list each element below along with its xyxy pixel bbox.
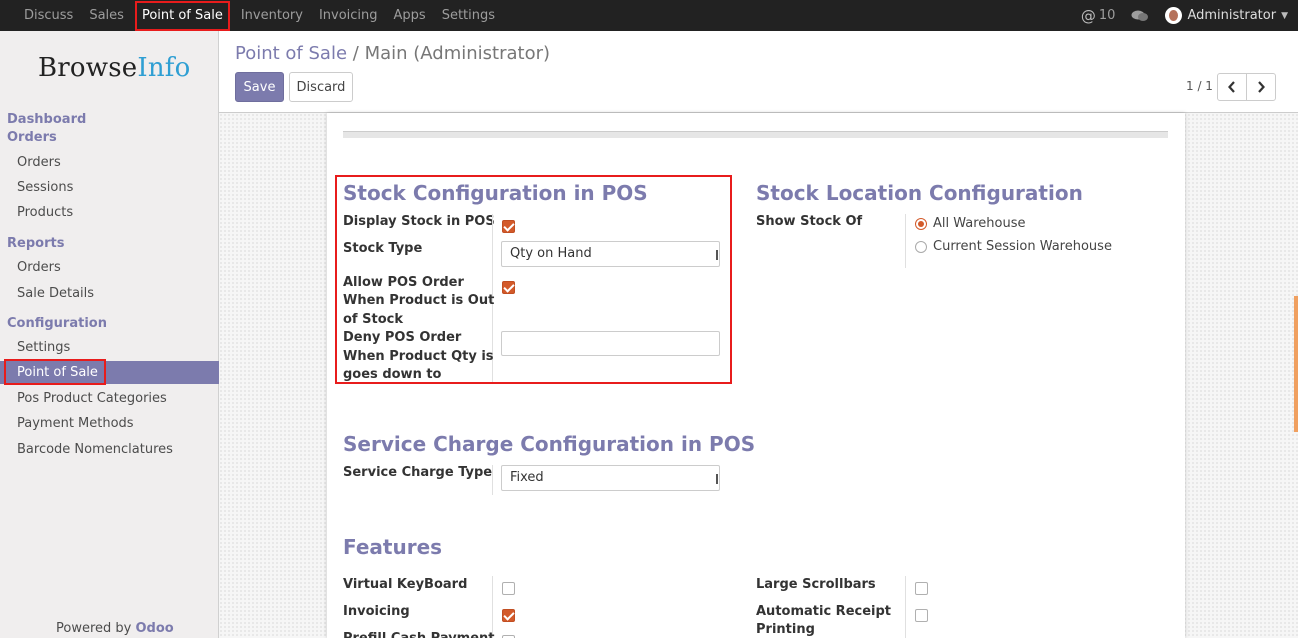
sidebar-heading-reports[interactable]: Reports bbox=[7, 236, 64, 251]
logo-text-accent: Info bbox=[137, 53, 191, 83]
powered-by-text: Powered by bbox=[56, 621, 132, 636]
menu-discuss[interactable]: Discuss bbox=[16, 0, 81, 31]
breadcrumb-current: Main (Administrator) bbox=[364, 43, 551, 64]
sidebar-item-products[interactable]: Products bbox=[17, 205, 73, 220]
user-menu[interactable]: Administrator ▼ bbox=[1165, 7, 1288, 24]
breadcrumb: Point of Sale / Main (Administrator) bbox=[235, 43, 550, 64]
sidebar: BrowseInfo Dashboard Orders Orders Sessi… bbox=[0, 31, 219, 638]
chevron-right-icon bbox=[1258, 81, 1265, 93]
caret-down-icon: ▼ bbox=[1281, 10, 1288, 21]
breadcrumb-separator: / bbox=[352, 43, 359, 64]
section-title-stock-config: Stock Configuration in POS bbox=[343, 181, 648, 205]
large-scrollbars-checkbox[interactable] bbox=[915, 582, 928, 595]
sidebar-item-report-orders[interactable]: Orders bbox=[17, 260, 61, 275]
save-button[interactable]: Save bbox=[235, 72, 284, 102]
menu-invoicing[interactable]: Invoicing bbox=[311, 0, 386, 31]
sidebar-item-sessions[interactable]: Sessions bbox=[17, 180, 73, 195]
service-charge-type-select[interactable]: Fixed bbox=[501, 465, 720, 491]
section-title-service-charge: Service Charge Configuration in POS bbox=[343, 432, 756, 456]
mentions-button[interactable]: @ 10 bbox=[1081, 7, 1116, 25]
prefill-cash-payment-label: Prefill Cash Payment bbox=[343, 630, 495, 638]
menu-apps[interactable]: Apps bbox=[386, 0, 434, 31]
invoicing-checkbox[interactable] bbox=[502, 609, 515, 622]
control-panel: Point of Sale / Main (Administrator) Sav… bbox=[219, 31, 1298, 113]
invoicing-label: Invoicing bbox=[343, 604, 410, 619]
sidebar-item-pos-product-categories[interactable]: Pos Product Categories bbox=[17, 391, 167, 406]
menu-inventory[interactable]: Inventory bbox=[233, 0, 311, 31]
form-view: Stock Configuration in POS Display Stock… bbox=[219, 113, 1298, 638]
section-title-stock-location: Stock Location Configuration bbox=[756, 181, 1083, 205]
deny-order-qty-input[interactable] bbox=[501, 331, 720, 356]
sidebar-heading-orders[interactable]: Orders bbox=[7, 130, 57, 145]
stock-type-label: Stock Type bbox=[343, 241, 423, 256]
field-divider bbox=[905, 576, 906, 638]
large-scrollbars-label: Large Scrollbars bbox=[756, 577, 876, 592]
pager-previous-button[interactable] bbox=[1217, 73, 1247, 101]
systray: @ 10 Administrator ▼ bbox=[1081, 0, 1288, 31]
auto-receipt-label-line1: Automatic Receipt bbox=[756, 604, 892, 619]
form-sheet: Stock Configuration in POS Display Stock… bbox=[327, 113, 1185, 638]
breadcrumb-link[interactable]: Point of Sale bbox=[235, 43, 347, 64]
odoo-link[interactable]: Odoo bbox=[136, 621, 174, 636]
menu-settings[interactable]: Settings bbox=[434, 0, 503, 31]
logo: BrowseInfo bbox=[38, 53, 190, 83]
powered-by: Powered by Odoo bbox=[56, 621, 174, 636]
stock-type-select[interactable]: Qty on Hand bbox=[501, 241, 720, 267]
mentions-count: 10 bbox=[1098, 8, 1116, 23]
avatar bbox=[1165, 7, 1183, 24]
allow-order-label-line1: Allow POS Order bbox=[343, 275, 464, 290]
sidebar-item-label: Point of Sale bbox=[17, 365, 98, 380]
radio-all-warehouse[interactable] bbox=[915, 218, 927, 230]
display-stock-checkbox[interactable] bbox=[502, 220, 515, 233]
sidebar-item-payment-methods[interactable]: Payment Methods bbox=[17, 416, 134, 431]
show-stock-label: Show Stock Of bbox=[756, 214, 863, 229]
allow-order-label-line2: When Product is Out bbox=[343, 293, 495, 308]
app-menu: Discuss Sales Point of Sale Inventory In… bbox=[16, 0, 503, 31]
virtual-keyboard-checkbox[interactable] bbox=[502, 582, 515, 595]
allow-order-label-line3: of Stock bbox=[343, 312, 403, 327]
separator bbox=[343, 131, 1168, 138]
display-stock-label: Display Stock in POS bbox=[343, 214, 495, 229]
field-divider bbox=[492, 576, 493, 638]
deny-order-label-line1: Deny POS Order bbox=[343, 330, 462, 345]
deny-order-label-line3: goes down to bbox=[343, 367, 442, 382]
chevron-left-icon bbox=[1228, 81, 1235, 93]
sidebar-item-settings[interactable]: Settings bbox=[17, 340, 70, 355]
field-divider bbox=[492, 465, 493, 495]
radio-current-session-warehouse[interactable] bbox=[915, 241, 927, 253]
radio-label-current-session-warehouse: Current Session Warehouse bbox=[933, 239, 1112, 254]
scrollbar[interactable] bbox=[1294, 296, 1298, 432]
auto-receipt-checkbox[interactable] bbox=[915, 609, 928, 622]
pager-value: 1 / 1 bbox=[1186, 79, 1213, 93]
service-charge-type-label: Service Charge Type bbox=[343, 465, 493, 480]
at-icon: @ bbox=[1080, 6, 1096, 25]
user-name: Administrator bbox=[1187, 8, 1277, 23]
sidebar-heading-configuration[interactable]: Configuration bbox=[7, 316, 107, 331]
allow-order-checkbox[interactable] bbox=[502, 281, 515, 294]
auto-receipt-label-line2: Printing bbox=[756, 622, 815, 637]
discard-button[interactable]: Discard bbox=[289, 72, 353, 102]
virtual-keyboard-label: Virtual KeyBoard bbox=[343, 577, 468, 592]
sidebar-item-barcode-nomenclatures[interactable]: Barcode Nomenclatures bbox=[17, 442, 173, 457]
chat-icon[interactable] bbox=[1131, 9, 1149, 23]
field-divider bbox=[905, 214, 906, 268]
radio-label-all-warehouse: All Warehouse bbox=[933, 216, 1026, 231]
menu-point-of-sale[interactable]: Point of Sale bbox=[134, 0, 230, 31]
pager-next-button[interactable] bbox=[1246, 73, 1276, 101]
sidebar-item-orders[interactable]: Orders bbox=[17, 155, 61, 170]
top-navbar: Discuss Sales Point of Sale Inventory In… bbox=[0, 0, 1298, 31]
deny-order-label-line2: When Product Qty is bbox=[343, 349, 494, 364]
section-title-features: Features bbox=[343, 535, 443, 559]
sidebar-item-sale-details[interactable]: Sale Details bbox=[17, 286, 94, 301]
sidebar-heading-dashboard[interactable]: Dashboard bbox=[7, 112, 86, 127]
logo-text: Browse bbox=[38, 53, 138, 83]
menu-sales[interactable]: Sales bbox=[81, 0, 132, 31]
